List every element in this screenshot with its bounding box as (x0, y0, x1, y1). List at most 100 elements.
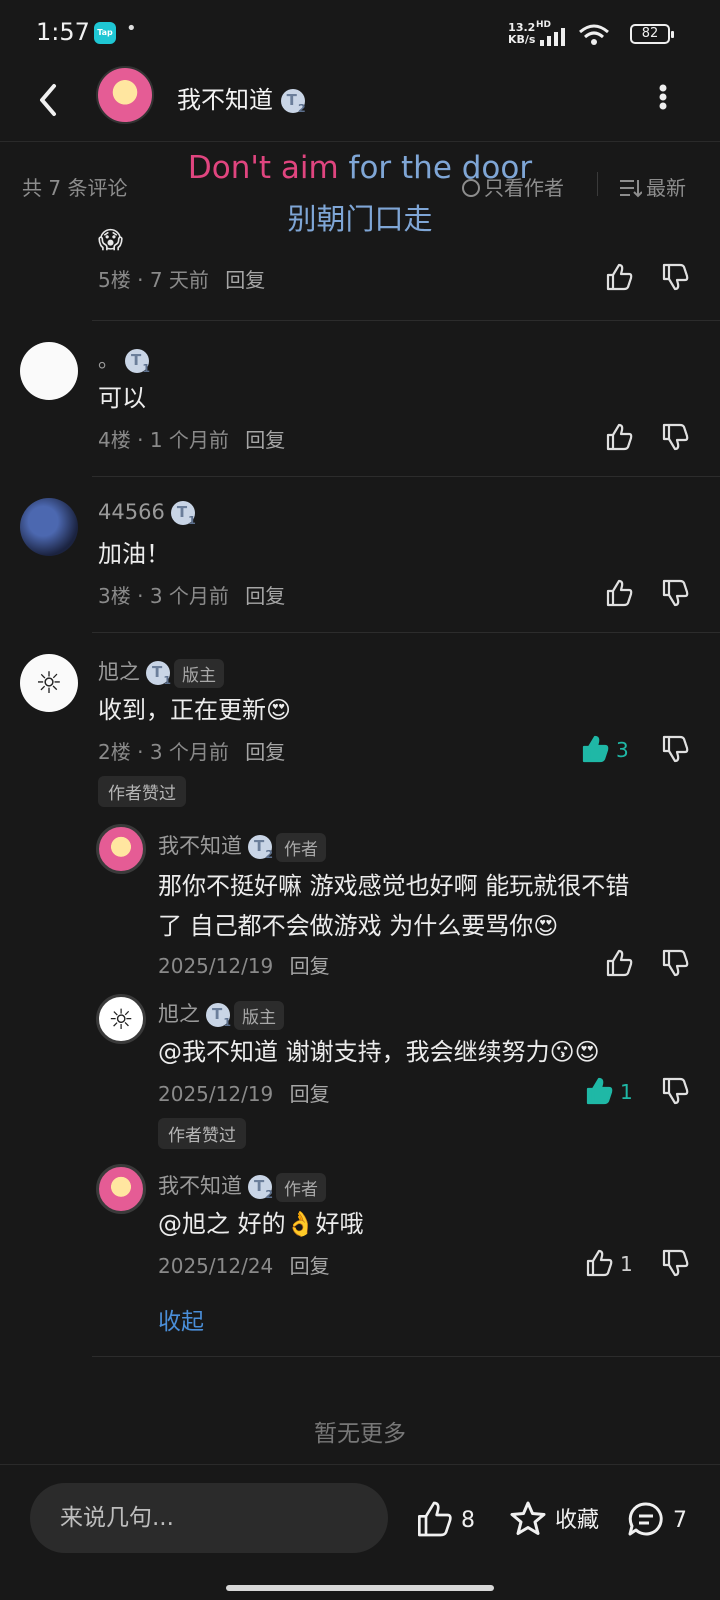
status-time: 1:57 (36, 18, 90, 46)
comment-floor: 4楼 (98, 428, 131, 452)
dislike-icon[interactable] (660, 262, 690, 292)
comment-text: 加油！ (98, 540, 170, 568)
level-badge-icon: 1 (206, 1003, 231, 1029)
dislike-icon[interactable] (660, 734, 690, 764)
comments-button[interactable]: 7 (626, 1499, 687, 1539)
reply-text: @旭之 好的👌好哦 (158, 1210, 364, 1238)
comment-divider (92, 1356, 720, 1357)
author-name[interactable]: 我不知道 2 (177, 80, 306, 115)
comment-floor: 2楼 (98, 740, 131, 764)
level-badge-icon: 2 (248, 835, 273, 861)
reply-date: 2025/12/24 (158, 1254, 274, 1278)
comment-time: 3 个月前 (149, 584, 229, 608)
reply-text-line-2: 了 自己都不会做游戏 为什么要骂你😍 (158, 912, 559, 940)
signal-icon (540, 28, 565, 46)
level-badge-icon: 2 (280, 89, 306, 115)
username-label: 44566 (98, 500, 165, 524)
reply-username[interactable]: 我不知道 2作者 (158, 830, 326, 862)
like-post-button[interactable]: 8 (414, 1499, 475, 1539)
author-liked-badge: 作者赞过 (158, 1118, 246, 1149)
comment-time: 3 个月前 (149, 740, 229, 764)
like-icon[interactable] (584, 1248, 614, 1278)
comment-bubble-icon (628, 1502, 663, 1536)
dislike-icon[interactable] (660, 1076, 690, 1106)
comment-count-value: 7 (673, 1508, 687, 1533)
comment-divider (92, 476, 720, 477)
reply-button[interactable]: 回复 (245, 428, 285, 452)
username-label: 旭之 (98, 660, 140, 684)
dislike-icon[interactable] (660, 948, 690, 978)
status-bar: 1:57 Tap • 13.2 KB/s HD 82 (0, 0, 720, 66)
reply-username[interactable]: 我不知道 2作者 (158, 1170, 326, 1202)
like-icon (418, 1501, 452, 1537)
author-liked-badge: 作者赞过 (98, 776, 186, 807)
reply-button[interactable]: 回复 (290, 1254, 330, 1278)
username-label: 我不知道 (158, 1174, 242, 1198)
comment-floor: 5楼 (98, 268, 131, 292)
like-icon-active[interactable] (584, 1076, 614, 1106)
subtitle-part-2: for the door (348, 150, 533, 186)
reply-text-line-1: 那你不挺好嘛 游戏感觉也好啊 能玩就很不错 (158, 872, 630, 900)
level-badge-icon: 1 (146, 661, 171, 687)
wifi-icon (579, 24, 609, 45)
user-avatar[interactable] (96, 824, 146, 874)
more-options-icon[interactable] (658, 82, 668, 112)
reply-button[interactable]: 回复 (245, 740, 285, 764)
sun-avatar-icon[interactable]: ☼ (20, 654, 78, 712)
reply-button[interactable]: 回复 (225, 268, 265, 292)
author-tag: 作者 (276, 832, 326, 862)
comment-text: 可以 (98, 384, 146, 412)
level-badge-icon: 2 (248, 1175, 273, 1201)
author-tag: 作者 (276, 1172, 326, 1202)
subtitle-part-1: Don't aim (187, 150, 339, 186)
back-arrow-icon[interactable] (30, 80, 70, 120)
favorite-button[interactable]: 收藏 (508, 1499, 599, 1539)
reply-username[interactable]: 旭之 1版主 (158, 998, 284, 1030)
level-badge-icon: 1 (125, 349, 150, 375)
moderator-tag: 版主 (234, 1000, 284, 1030)
level-number: 2 (297, 102, 306, 115)
collapse-replies-button[interactable]: 收起 (158, 1302, 204, 1336)
header: 我不知道 2 (0, 66, 720, 142)
reply-button[interactable]: 回复 (245, 584, 285, 608)
author-name-label: 我不知道 (177, 86, 273, 114)
reply-button[interactable]: 回复 (290, 1082, 330, 1106)
comment-username[interactable]: 旭之 1版主 (98, 656, 224, 688)
level-number: 1 (163, 674, 171, 687)
user-avatar[interactable] (20, 342, 78, 400)
comment-username[interactable]: 44566 1 (98, 500, 196, 527)
comment-divider (92, 320, 720, 321)
username-label: 我不知道 (158, 834, 242, 858)
like-icon[interactable] (604, 262, 634, 292)
reply-meta: 2025/12/19 回复 (158, 950, 330, 979)
dislike-icon[interactable] (660, 422, 690, 452)
like-icon[interactable] (604, 948, 634, 978)
star-icon (510, 1501, 546, 1535)
comment-meta: 5楼 · 7 天前 回复 (98, 268, 266, 292)
notification-dot: • (126, 18, 137, 39)
like-icon[interactable] (604, 422, 634, 452)
like-icon[interactable] (604, 578, 634, 608)
taptap-notification-icon: Tap (94, 22, 116, 44)
reply-date: 2025/12/19 (158, 954, 274, 978)
comment-text: 收到，正在更新😍 (98, 696, 292, 724)
author-avatar[interactable] (96, 66, 154, 124)
dislike-icon[interactable] (660, 1248, 690, 1278)
comment-username[interactable]: 。1 (98, 344, 150, 375)
reply-meta: 2025/12/24 回复 (158, 1250, 330, 1279)
user-avatar[interactable] (96, 1164, 146, 1214)
reply-button[interactable]: 回复 (290, 954, 330, 978)
network-speed: 13.2 KB/s (508, 22, 535, 46)
username-label: 。 (98, 348, 119, 372)
home-indicator[interactable] (226, 1585, 494, 1591)
level-number: 2 (265, 1188, 273, 1201)
dislike-icon[interactable] (660, 578, 690, 608)
like-icon-active[interactable] (580, 734, 610, 764)
sun-avatar-icon[interactable]: ☼ (96, 994, 146, 1044)
comment-input[interactable]: 来说几句... (30, 1483, 388, 1553)
like-count: 1 (620, 1080, 633, 1104)
like-count: 3 (616, 738, 629, 762)
level-badge-icon: 1 (170, 501, 196, 527)
level-number: 2 (265, 848, 273, 861)
user-avatar[interactable] (20, 498, 78, 556)
